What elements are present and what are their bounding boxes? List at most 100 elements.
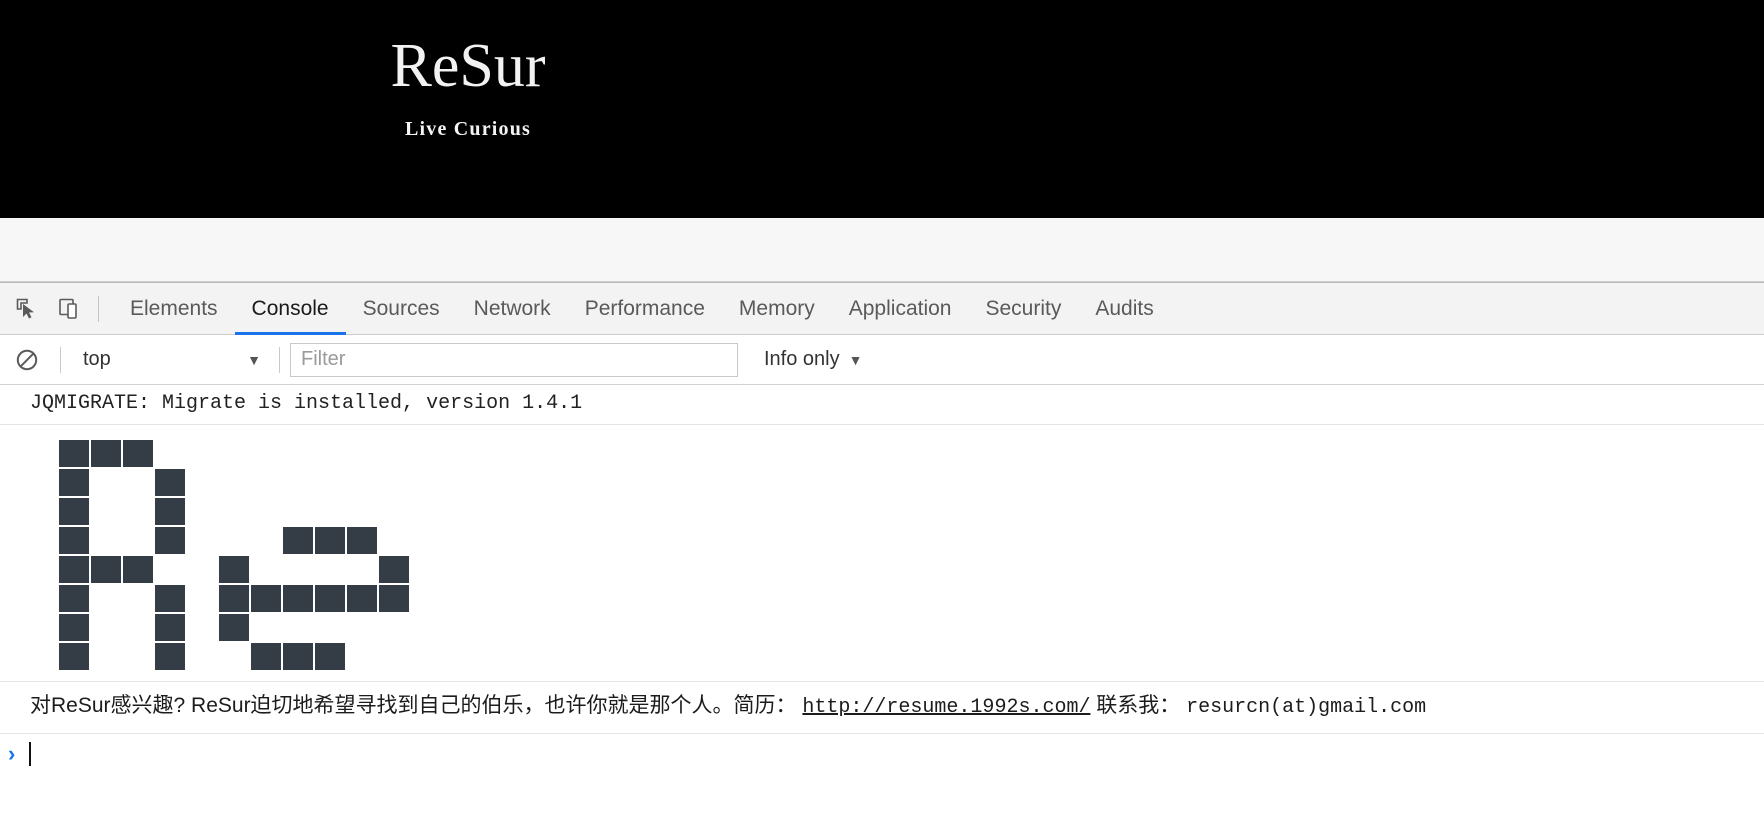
site-header: ReSur Live Curious xyxy=(0,0,1764,218)
pixel-cell xyxy=(442,468,474,497)
site-content-strip xyxy=(0,218,1764,282)
pixel-cell xyxy=(282,613,314,642)
pixel-cell xyxy=(58,468,90,497)
pixel-cell xyxy=(154,439,186,468)
pixel-cell xyxy=(410,584,442,613)
pixel-cell xyxy=(474,613,506,642)
pixel-cell xyxy=(282,555,314,584)
pixel-cell xyxy=(90,642,122,671)
site-brand-tagline: Live Curious xyxy=(404,118,532,140)
pixel-cell xyxy=(282,468,314,497)
tab-network-label: Network xyxy=(473,296,551,320)
pixel-cell xyxy=(314,468,346,497)
inspect-element-icon[interactable] xyxy=(6,288,48,330)
pixel-cell xyxy=(186,526,218,555)
pixel-cell xyxy=(378,555,410,584)
tab-performance-label: Performance xyxy=(584,296,705,320)
pixel-cell xyxy=(314,497,346,526)
pixel-cell xyxy=(346,526,378,555)
clear-console-icon[interactable] xyxy=(10,343,44,377)
pixel-cell xyxy=(122,613,154,642)
tab-audits-label: Audits xyxy=(1095,296,1154,320)
pixel-cell xyxy=(250,468,282,497)
pixel-cell xyxy=(442,555,474,584)
devtools-panel: Elements Console Sources Network Perform… xyxy=(0,282,1764,774)
tab-application[interactable]: Application xyxy=(832,283,969,335)
pixel-cell xyxy=(218,613,250,642)
resume-link[interactable]: http://resume.1992s.com/ xyxy=(802,696,1090,719)
pixel-cell xyxy=(314,526,346,555)
pixel-cell xyxy=(282,584,314,613)
pixel-cell xyxy=(218,497,250,526)
pixel-cell xyxy=(410,439,442,468)
tab-security-label: Security xyxy=(985,296,1062,320)
pixel-cell xyxy=(474,497,506,526)
pixel-cell xyxy=(154,555,186,584)
pixel-cell xyxy=(314,613,346,642)
pixel-cell xyxy=(58,526,90,555)
pixel-cell xyxy=(282,497,314,526)
pixel-cell xyxy=(346,613,378,642)
chevron-down-icon: ▼ xyxy=(848,351,863,368)
pixel-cell xyxy=(474,526,506,555)
pixel-cell xyxy=(346,468,378,497)
pixel-cell xyxy=(474,555,506,584)
console-ascii-art-message xyxy=(0,425,1764,682)
tab-security[interactable]: Security xyxy=(968,283,1078,335)
pixel-cell xyxy=(250,613,282,642)
chevron-down-icon: ▼ xyxy=(247,351,261,368)
tab-performance[interactable]: Performance xyxy=(568,283,722,335)
console-log-level-select[interactable]: Info only ▼ xyxy=(752,343,874,377)
tab-memory[interactable]: Memory xyxy=(722,283,832,335)
pixel-cell xyxy=(282,526,314,555)
pixel-cell xyxy=(122,468,154,497)
console-log-message[interactable]: JQMIGRATE: Migrate is installed, version… xyxy=(0,385,1764,425)
contact-message-prefix: 对ReSur感兴趣? ReSur迫切地希望寻找到自己的伯乐，也许你就是那个人。简… xyxy=(30,694,797,717)
pixel-cell xyxy=(58,642,90,671)
pixel-cell xyxy=(218,468,250,497)
pixel-cell xyxy=(346,642,378,671)
tab-elements-label: Elements xyxy=(130,296,218,320)
pixel-cell xyxy=(250,555,282,584)
pixel-cell xyxy=(186,497,218,526)
pixel-cell xyxy=(186,642,218,671)
console-prompt-row[interactable]: › xyxy=(0,734,1764,774)
console-context-value: top xyxy=(83,348,111,370)
pixel-cell xyxy=(90,497,122,526)
pixel-cell xyxy=(122,555,154,584)
pixel-cell xyxy=(122,497,154,526)
resur-pixel-logo xyxy=(58,439,1764,671)
tab-audits[interactable]: Audits xyxy=(1078,283,1170,335)
pixel-cell xyxy=(346,555,378,584)
pixel-cell xyxy=(378,497,410,526)
pixel-cell xyxy=(506,642,538,671)
toolbar-divider xyxy=(98,295,99,322)
pixel-cell xyxy=(346,497,378,526)
pixel-cell xyxy=(186,555,218,584)
tab-elements[interactable]: Elements xyxy=(113,283,235,335)
pixel-cell xyxy=(154,642,186,671)
tab-sources[interactable]: Sources xyxy=(346,283,457,335)
pixel-cell xyxy=(314,642,346,671)
pixel-cell xyxy=(442,642,474,671)
pixel-cell xyxy=(410,613,442,642)
pixel-cell xyxy=(186,439,218,468)
tab-console[interactable]: Console xyxy=(234,283,346,335)
pixel-cell xyxy=(218,555,250,584)
console-message-list: JQMIGRATE: Migrate is installed, version… xyxy=(0,385,1764,774)
tab-network[interactable]: Network xyxy=(457,283,568,335)
pixel-cell xyxy=(58,439,90,468)
pixel-cell xyxy=(122,642,154,671)
device-toolbar-icon[interactable] xyxy=(48,288,90,330)
pixel-cell xyxy=(218,526,250,555)
pixel-cell xyxy=(410,497,442,526)
console-filter-input[interactable] xyxy=(290,342,738,377)
pixel-cell xyxy=(442,613,474,642)
pixel-cell xyxy=(218,439,250,468)
pixel-cell xyxy=(154,526,186,555)
console-context-select[interactable]: top ▼ xyxy=(71,343,269,377)
console-log-message-text: JQMIGRATE: Migrate is installed, version… xyxy=(30,392,583,415)
pixel-cell xyxy=(474,642,506,671)
console-filter-bar: top ▼ Info only ▼ xyxy=(0,335,1764,385)
pixel-cell xyxy=(154,497,186,526)
